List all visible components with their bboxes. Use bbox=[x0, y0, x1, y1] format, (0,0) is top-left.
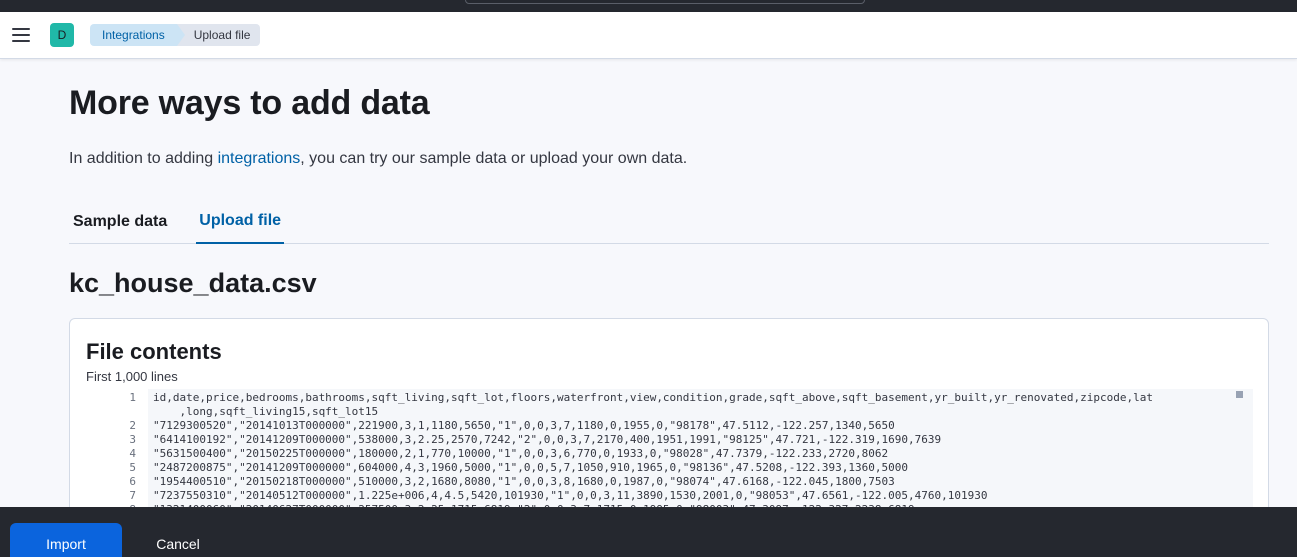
code-line: 3 "6414100192","20141209T000000",538000,3… bbox=[86, 433, 1253, 447]
bottom-action-bar: Import Cancel bbox=[0, 507, 1297, 557]
code-scrollbar[interactable] bbox=[1236, 391, 1243, 398]
intro-text-after: , you can try our sample data or upload … bbox=[300, 150, 688, 167]
line-text: "7129300520","20141013T000000",221900,3,… bbox=[153, 419, 895, 432]
tab-upload-file[interactable]: Upload file bbox=[196, 200, 285, 244]
line-text: id,date,price,bedrooms,bathrooms,sqft_li… bbox=[153, 391, 1154, 404]
line-text: "2487200875","20141209T000000",604000,4,… bbox=[153, 461, 908, 474]
line-number: 4 bbox=[129, 447, 136, 460]
line-number: 7 bbox=[129, 489, 136, 502]
code-line: 1 id,date,price,bedrooms,bathrooms,sqft_l… bbox=[86, 391, 1253, 405]
line-number bbox=[86, 405, 136, 419]
hamburger-menu-icon[interactable] bbox=[12, 24, 34, 46]
code-lines: 1 id,date,price,bedrooms,bathrooms,sqft_l… bbox=[86, 391, 1253, 517]
global-search-bar[interactable] bbox=[465, 0, 865, 4]
breadcrumb-integrations[interactable]: Integrations bbox=[90, 24, 185, 46]
breadcrumb-upload-file: Upload file bbox=[176, 24, 261, 46]
code-line: 4 "5631500400","20150225T000000",180000,2… bbox=[86, 447, 1253, 461]
page-title: More ways to add data bbox=[69, 84, 430, 122]
tab-bar: Sample data Upload file bbox=[69, 200, 1269, 244]
line-text: "6414100192","20141209T000000",538000,3,… bbox=[153, 433, 942, 446]
tab-sample-data[interactable]: Sample data bbox=[70, 200, 170, 244]
code-line: ,long,sqft_living15,sqft_lot15 bbox=[86, 405, 1253, 419]
intro-text: In addition to adding integrations, you … bbox=[69, 150, 687, 168]
import-button[interactable]: Import bbox=[10, 523, 122, 557]
top-strip bbox=[0, 0, 1297, 12]
code-line: 5 "2487200875","20141209T000000",604000,4… bbox=[86, 461, 1253, 475]
line-number: 3 bbox=[129, 433, 136, 446]
file-contents-subtitle: First 1,000 lines bbox=[86, 369, 178, 384]
intro-text-before: In addition to adding bbox=[69, 150, 218, 167]
line-number: 2 bbox=[129, 419, 136, 432]
line-number: 6 bbox=[129, 475, 136, 488]
file-contents-title: File contents bbox=[86, 339, 222, 364]
file-contents-panel: File contents First 1,000 lines 1 id,date… bbox=[69, 318, 1269, 538]
line-number: 1 bbox=[129, 391, 136, 404]
code-line: 2 "7129300520","20141013T000000",221900,3… bbox=[86, 419, 1253, 433]
line-text: ,long,sqft_living15,sqft_lot15 bbox=[153, 405, 379, 418]
line-text: "1954400510","20150218T000000",510000,3,… bbox=[153, 475, 895, 488]
integrations-link[interactable]: integrations bbox=[218, 150, 301, 167]
code-line: 6 "1954400510","20150218T000000",510000,3… bbox=[86, 475, 1253, 489]
line-number: 5 bbox=[129, 461, 136, 474]
app-header: D Integrations Upload file bbox=[0, 12, 1297, 59]
breadcrumb: Integrations Upload file bbox=[90, 24, 261, 46]
line-text: "7237550310","20140512T000000",1.225e+00… bbox=[153, 489, 988, 502]
space-avatar[interactable]: D bbox=[50, 23, 74, 47]
file-name-title: kc_house_data.csv bbox=[69, 268, 317, 298]
cancel-button[interactable]: Cancel bbox=[140, 523, 216, 557]
line-text: "5631500400","20150225T000000",180000,2,… bbox=[153, 447, 889, 460]
code-line: 7 "7237550310","20140512T000000",1.225e+0… bbox=[86, 489, 1253, 503]
